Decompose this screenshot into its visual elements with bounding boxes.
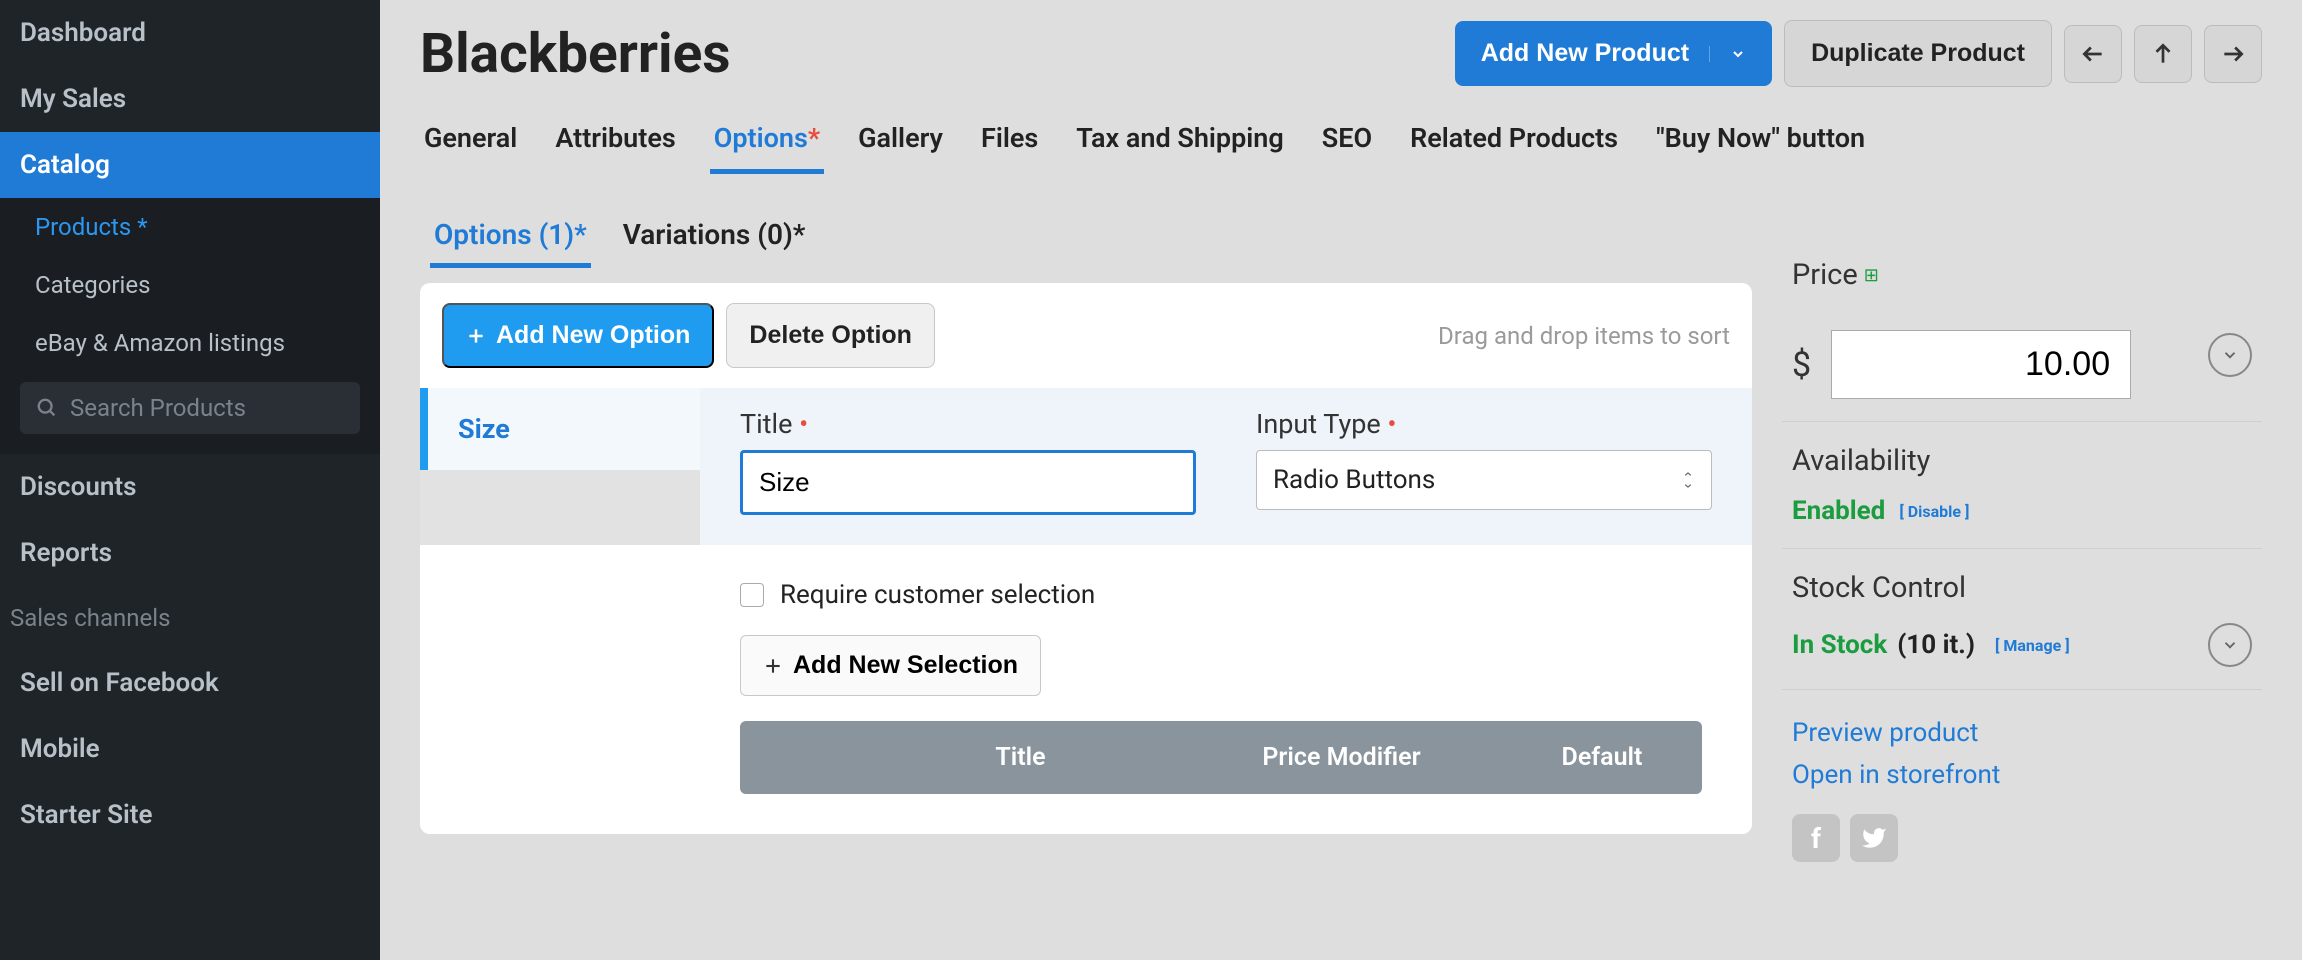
currency-symbol: $ <box>1792 345 1811 385</box>
title-label: Title • <box>740 408 1196 440</box>
sidebar-catalog-subgroup: Products * Categories eBay & Amazon list… <box>0 198 380 454</box>
col-price-modifier: Price Modifier <box>1181 721 1502 794</box>
inputtype-label: Input Type • <box>1256 408 1712 440</box>
availability-status: Enabled <box>1792 496 1885 526</box>
options-toolbar: Add New Option Delete Option Drag and dr… <box>420 283 1752 388</box>
sidebar-channels-label: Sales channels <box>0 586 380 650</box>
twitter-icon[interactable] <box>1850 814 1898 862</box>
tab-attributes[interactable]: Attributes <box>551 107 679 174</box>
tab-general[interactable]: General <box>420 107 521 174</box>
sidebar-item-catalog[interactable]: Catalog <box>0 132 380 198</box>
sidebar-sub-categories[interactable]: Categories <box>0 256 380 314</box>
subtab-variations[interactable]: Variations (0)* <box>619 206 810 268</box>
sidebar-item-dashboard[interactable]: Dashboard <box>0 0 380 66</box>
add-new-product-button[interactable]: Add New Product <box>1455 21 1772 86</box>
up-button[interactable] <box>2134 25 2192 83</box>
sidebar-sub-products[interactable]: Products * <box>0 198 380 256</box>
aside-panel: Price⊞ $ Availability <box>1782 206 2262 930</box>
tab-gallery[interactable]: Gallery <box>854 107 947 174</box>
sidebar-search[interactable]: Search Products <box>20 382 360 434</box>
option-editor-row: Size Title • Input Type <box>420 388 1752 545</box>
header: Blackberries Add New Product Duplicate P… <box>380 0 2302 107</box>
duplicate-product-button[interactable]: Duplicate Product <box>1784 20 2052 87</box>
sidebar-item-starter-site[interactable]: Starter Site <box>0 782 380 848</box>
price-label: Price⊞ <box>1792 258 2252 292</box>
sidebar-item-mysales[interactable]: My Sales <box>0 66 380 132</box>
tab-options[interactable]: Options* <box>710 107 824 174</box>
header-actions: Add New Product Duplicate Product <box>1455 20 2262 87</box>
forward-button[interactable] <box>2204 25 2262 83</box>
option-title-input[interactable] <box>740 450 1196 515</box>
require-checkbox[interactable] <box>740 583 764 607</box>
selection-table: Title Price Modifier Default <box>740 721 1702 794</box>
tab-tax-shipping[interactable]: Tax and Shipping <box>1072 107 1288 174</box>
col-title: Title <box>860 721 1181 794</box>
stock-status: In Stock <box>1792 630 1887 660</box>
subtab-options[interactable]: Options (1)* <box>430 206 591 268</box>
facebook-icon[interactable]: f <box>1792 814 1840 862</box>
tab-seo[interactable]: SEO <box>1318 107 1376 174</box>
delete-option-button[interactable]: Delete Option <box>726 303 935 368</box>
sidebar-item-mobile[interactable]: Mobile <box>0 716 380 782</box>
add-selection-label: Add New Selection <box>793 651 1018 680</box>
open-storefront-link[interactable]: Open in storefront <box>1792 754 2252 796</box>
chevron-down-icon <box>1709 46 1746 62</box>
back-button[interactable] <box>2064 25 2122 83</box>
options-subtabs: Options (1)* Variations (0)* <box>420 206 1752 283</box>
drag-hint: Drag and drop items to sort <box>1438 322 1730 350</box>
preview-product-link[interactable]: Preview product <box>1792 712 2252 754</box>
availability-label: Availability <box>1792 444 2252 478</box>
product-tabs: General Attributes Options* Gallery File… <box>380 107 2302 176</box>
search-icon <box>36 397 58 419</box>
tab-buynow[interactable]: "Buy Now" button <box>1652 107 1869 174</box>
plus-badge-icon: ⊞ <box>1864 265 1879 286</box>
sidebar-sub-ebay-amazon[interactable]: eBay & Amazon listings <box>0 314 380 372</box>
content-main: Options (1)* Variations (0)* Add New Opt… <box>420 206 1752 930</box>
price-input[interactable] <box>1831 330 2131 399</box>
plus-icon <box>466 326 486 346</box>
options-panel: Add New Option Delete Option Drag and dr… <box>420 283 1752 834</box>
sidebar: Dashboard My Sales Catalog Products * Ca… <box>0 0 380 960</box>
price-expand-button[interactable] <box>2208 333 2252 377</box>
sidebar-item-facebook[interactable]: Sell on Facebook <box>0 650 380 716</box>
sidebar-item-discounts[interactable]: Discounts <box>0 454 380 520</box>
require-label: Require customer selection <box>780 580 1095 610</box>
option-inputtype-select[interactable]: Radio Buttons <box>1256 450 1712 510</box>
select-chevron-icon <box>1681 471 1695 489</box>
stock-expand-button[interactable] <box>2208 623 2252 667</box>
sidebar-item-reports[interactable]: Reports <box>0 520 380 586</box>
search-placeholder: Search Products <box>70 394 246 422</box>
plus-icon <box>763 656 783 676</box>
option-tab-label: Size <box>458 413 510 445</box>
add-new-option-button[interactable]: Add New Option <box>442 303 714 368</box>
require-selection-row[interactable]: Require customer selection <box>740 565 1702 635</box>
col-default: Default <box>1502 721 1702 794</box>
add-option-label: Add New Option <box>496 321 690 350</box>
tab-files[interactable]: Files <box>977 107 1042 174</box>
add-new-product-label: Add New Product <box>1481 39 1689 68</box>
manage-stock-link[interactable]: [ Manage ] <box>1995 636 2070 655</box>
add-new-selection-button[interactable]: Add New Selection <box>740 635 1041 696</box>
tab-related[interactable]: Related Products <box>1406 107 1622 174</box>
main-area: Blackberries Add New Product Duplicate P… <box>380 0 2302 960</box>
page-title: Blackberries <box>420 22 731 86</box>
stock-count: (10 it.) <box>1897 630 1975 660</box>
selection-table-header: Title Price Modifier Default <box>740 721 1702 794</box>
option-settings: Require customer selection Add New Selec… <box>420 545 1752 834</box>
option-form: Title • Input Type • Radio Buttons <box>700 388 1752 545</box>
disable-link[interactable]: [ Disable ] <box>1899 502 1969 521</box>
option-tab-size[interactable]: Size <box>420 388 700 470</box>
inputtype-value: Radio Buttons <box>1273 465 1435 495</box>
stock-label: Stock Control <box>1792 571 2252 605</box>
